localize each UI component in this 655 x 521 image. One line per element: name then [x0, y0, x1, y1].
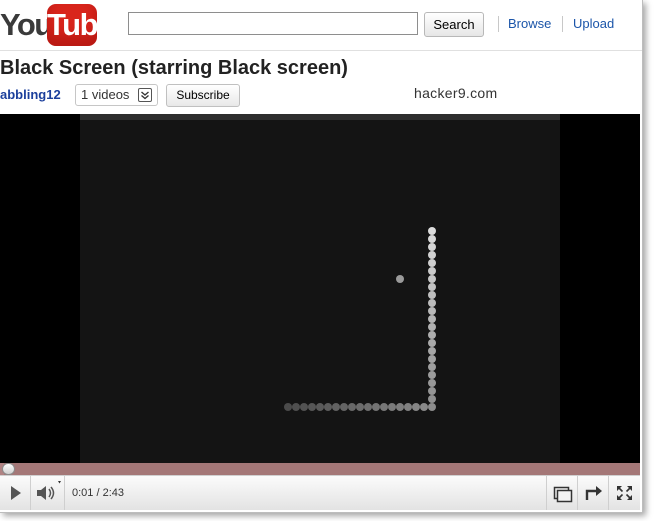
browser-window: You Tube Search Browse Upload Black Scre… [0, 0, 643, 513]
fullscreen-button[interactable] [609, 476, 640, 510]
snake-segment [428, 275, 436, 283]
popout-button[interactable] [578, 476, 608, 510]
snake-segment [332, 403, 340, 411]
snake-segment [428, 331, 436, 339]
snake-segment [428, 363, 436, 371]
snake [284, 227, 436, 411]
video-title: Black Screen (starring Black screen) [0, 57, 348, 79]
snake-segment [428, 299, 436, 307]
snake-segment [428, 307, 436, 315]
snake-segment [428, 227, 436, 235]
chevron-down-icon [138, 88, 152, 102]
snake-segment [348, 403, 356, 411]
snake-segment [428, 283, 436, 291]
snake-segment [428, 259, 436, 267]
snake-segment [300, 403, 308, 411]
time-display: 0:01 / 2:43 [72, 487, 124, 499]
snake-segment [292, 403, 300, 411]
channel-link[interactable]: abbling12 [0, 87, 61, 103]
miniplayer-button[interactable] [547, 476, 577, 510]
snake-segment [412, 403, 420, 411]
snake-segment [364, 403, 372, 411]
snake-game-canvas [284, 227, 436, 411]
youtube-logo[interactable]: You Tube [0, 4, 114, 46]
nav-browse-link[interactable]: Browse [508, 16, 551, 32]
player-controls: 0:01 / 2:43 [0, 475, 640, 510]
video-player[interactable] [0, 114, 640, 463]
snake-segment [428, 371, 436, 379]
snake-segment [428, 243, 436, 251]
search-input[interactable] [128, 12, 418, 35]
nav-divider [562, 16, 563, 32]
snake-segment [356, 403, 364, 411]
logo-tube-text: Tube [47, 7, 114, 42]
snake-segment [428, 395, 436, 403]
popout-icon [585, 486, 602, 500]
logo-you-text: You [0, 7, 53, 42]
snake-segment [428, 387, 436, 395]
volume-icon [37, 481, 61, 500]
snake-segment [428, 267, 436, 275]
snake-food [396, 275, 404, 283]
snake-segment [428, 251, 436, 259]
control-divider [64, 476, 65, 510]
volume-button[interactable] [31, 476, 63, 510]
snake-segment [428, 291, 436, 299]
snake-segment [380, 403, 388, 411]
snake-segment [396, 403, 404, 411]
header-divider [0, 50, 642, 51]
miniplayer-icon [553, 486, 573, 503]
nav-upload-link[interactable]: Upload [573, 16, 614, 32]
snake-segment [284, 403, 292, 411]
snake-segment [324, 403, 332, 411]
progress-bar[interactable] [0, 463, 640, 475]
snake-segment [308, 403, 316, 411]
snake-segment [428, 347, 436, 355]
fullscreen-icon [617, 486, 632, 500]
snake-segment [428, 339, 436, 347]
snake-segment [428, 315, 436, 323]
snake-segment [404, 403, 412, 411]
logo-tube-badge: Tube [47, 4, 114, 46]
snake-segment [420, 403, 428, 411]
snake-segment [428, 355, 436, 363]
snake-segment [340, 403, 348, 411]
nav-divider [498, 16, 499, 32]
search-button[interactable]: Search [424, 12, 484, 37]
snake-segment [428, 235, 436, 243]
play-button[interactable] [0, 476, 30, 510]
watermark-text: hacker9.com [414, 85, 498, 101]
snake-segment [316, 403, 324, 411]
snake-segment [388, 403, 396, 411]
snake-segment [372, 403, 380, 411]
snake-segment [428, 403, 436, 411]
channel-videos-dropdown[interactable]: 1 videos [75, 84, 158, 106]
snake-segment [428, 323, 436, 331]
play-icon [11, 486, 21, 500]
scrubber-handle[interactable] [2, 463, 15, 475]
videos-count: 1 videos [81, 87, 130, 102]
snake-segment [428, 379, 436, 387]
subscribe-button[interactable]: Subscribe [166, 84, 240, 107]
